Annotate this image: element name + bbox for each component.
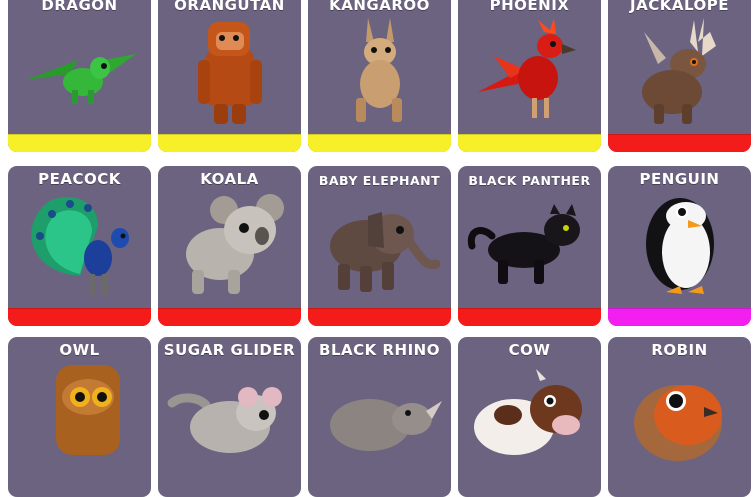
sugar-glider-icon bbox=[167, 387, 282, 453]
owl-icon bbox=[56, 365, 120, 455]
penguin-icon bbox=[646, 198, 714, 294]
pet-card-orangutan[interactable]: ORANGUTAN bbox=[158, 0, 301, 152]
pet-card-peacock[interactable]: PEACOCK bbox=[8, 166, 151, 326]
pet-card-black-panther[interactable]: BLACK PANTHER bbox=[458, 166, 601, 326]
rarity-bar bbox=[158, 308, 301, 326]
orangutan-icon bbox=[198, 22, 262, 124]
pet-grid: DRAGON ORANGUTAN KANGAROO PHOENIX JACKAL… bbox=[0, 0, 755, 497]
black-panther-icon bbox=[467, 204, 580, 284]
pet-card-cow[interactable]: COW bbox=[458, 337, 601, 497]
cow-icon bbox=[474, 369, 582, 455]
pet-card-owl[interactable]: OWL bbox=[8, 337, 151, 497]
koala-icon bbox=[186, 194, 284, 294]
dragon-icon bbox=[26, 54, 136, 104]
robin-icon bbox=[634, 385, 722, 461]
pet-card-robin[interactable]: ROBIN bbox=[608, 337, 751, 497]
rarity-bar bbox=[308, 134, 451, 152]
pet-card-koala[interactable]: KOALA bbox=[158, 166, 301, 326]
pet-card-dragon[interactable]: DRAGON bbox=[8, 0, 151, 152]
rarity-bar bbox=[158, 134, 301, 152]
black-rhino-icon bbox=[330, 399, 442, 451]
pet-card-jackalope[interactable]: JACKALOPE bbox=[608, 0, 751, 152]
rarity-bar bbox=[308, 308, 451, 326]
pet-card-black-rhino[interactable]: BLACK RHINO bbox=[308, 337, 451, 497]
kangaroo-icon bbox=[356, 18, 402, 122]
pet-card-sugar-glider[interactable]: SUGAR GLIDER bbox=[158, 337, 301, 497]
rarity-bar bbox=[458, 308, 601, 326]
baby-elephant-icon bbox=[330, 212, 441, 292]
rarity-bar bbox=[608, 308, 751, 326]
peacock-icon bbox=[31, 197, 129, 296]
rarity-bar bbox=[458, 134, 601, 152]
pet-card-phoenix[interactable]: PHOENIX bbox=[458, 0, 601, 152]
pet-card-baby-elephant[interactable]: BABY ELEPHANT bbox=[308, 166, 451, 326]
rarity-bar bbox=[8, 134, 151, 152]
pet-card-kangaroo[interactable]: KANGAROO bbox=[308, 0, 451, 152]
pet-card-penguin[interactable]: PENGUIN bbox=[608, 166, 751, 326]
rarity-bar bbox=[608, 134, 751, 152]
phoenix-icon bbox=[478, 18, 576, 118]
jackalope-icon bbox=[642, 18, 716, 124]
rarity-bar bbox=[8, 308, 151, 326]
